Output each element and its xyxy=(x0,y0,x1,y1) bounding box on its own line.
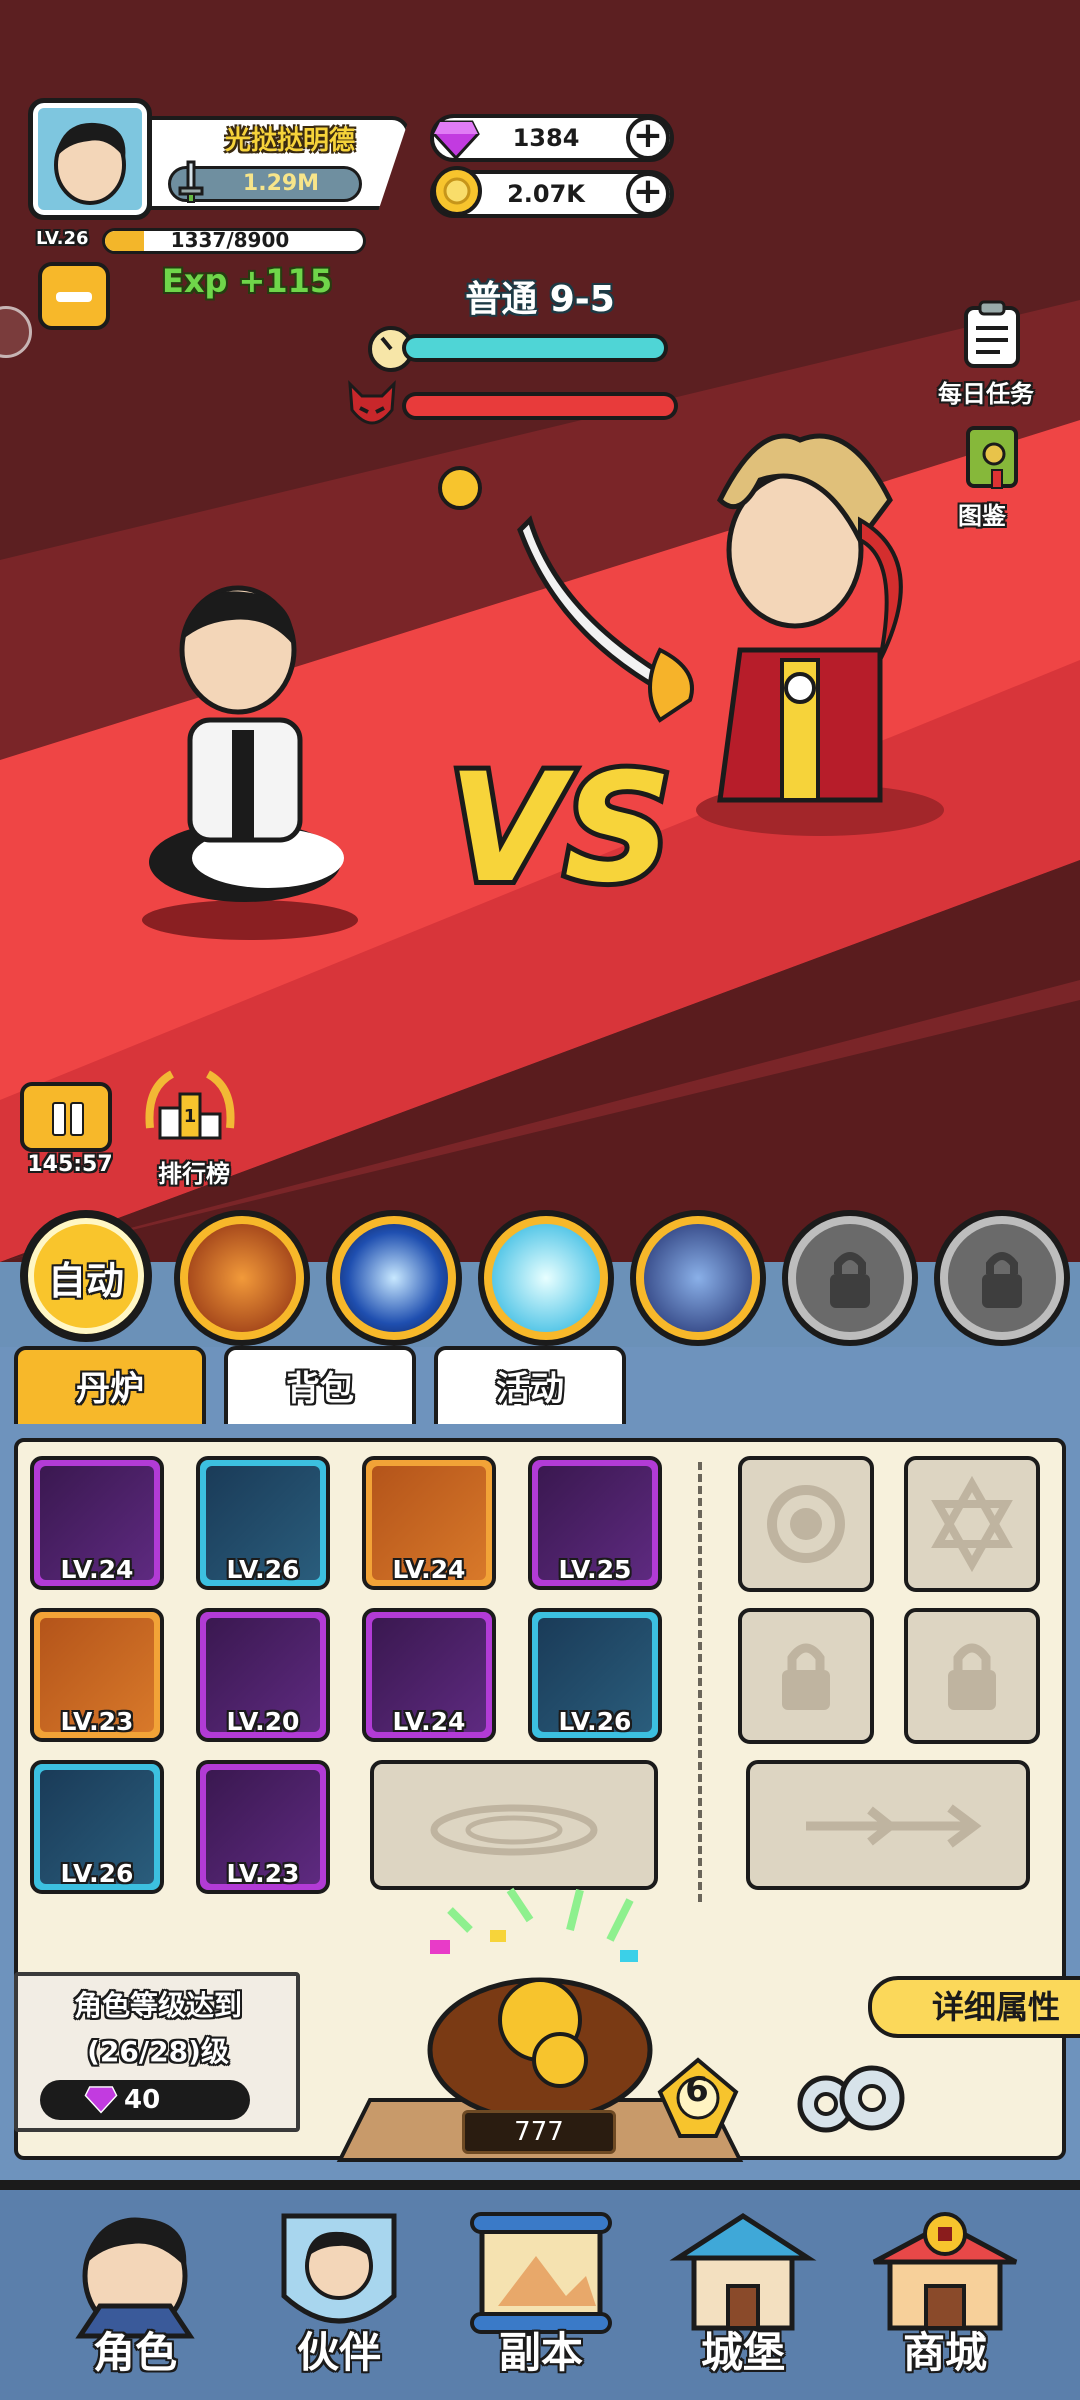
lock-icon xyxy=(948,1643,996,1710)
furnace-value: 777 xyxy=(462,2110,616,2154)
skill-thunder-shield[interactable] xyxy=(630,1210,766,1346)
gear-icon[interactable] xyxy=(786,2056,912,2146)
nav-character[interactable]: 角色 xyxy=(40,2196,230,2392)
equipment-slot[interactable]: LV.24 xyxy=(362,1456,496,1590)
equipment-slot[interactable]: LV.26 xyxy=(30,1760,164,1894)
quest-text: 角色等级达到 xyxy=(73,1989,242,2022)
clipboard-icon[interactable] xyxy=(960,300,1024,370)
tab-event[interactable]: 活动 xyxy=(434,1346,626,1426)
equipment-slot[interactable]: LV.26 xyxy=(528,1608,662,1742)
tab-bag[interactable]: 背包 xyxy=(224,1346,416,1426)
equipment-level: LV.23 xyxy=(226,1859,300,1888)
count-value: 6 xyxy=(685,2070,709,2110)
lock-icon xyxy=(782,1643,830,1710)
nav-dungeon-label: 副本 xyxy=(498,2328,583,2377)
gold-value: 2.07K xyxy=(507,180,585,208)
auto-label: 自动 xyxy=(47,1259,124,1303)
equipment-level: LV.24 xyxy=(392,1555,466,1584)
equipment-slot[interactable]: LV.23 xyxy=(30,1608,164,1742)
lock-icon xyxy=(796,1224,904,1332)
ranking-label[interactable]: 排行榜 xyxy=(144,1154,244,1188)
gem-icon xyxy=(432,120,480,160)
skill-rage-demon[interactable] xyxy=(174,1210,310,1346)
details-button-label: 详细属性 xyxy=(931,1988,1060,2026)
equipment-slot[interactable]: LV.26 xyxy=(196,1456,330,1590)
enemy-hp-fill xyxy=(406,396,674,416)
slot-emblem-1[interactable] xyxy=(738,1456,874,1592)
skill-blue-fireball[interactable] xyxy=(326,1210,462,1346)
stage-title: 普通 9-5 xyxy=(465,279,615,320)
slot-locked-1[interactable] xyxy=(738,1608,874,1744)
svg-text:1: 1 xyxy=(184,1106,197,1127)
nav-dungeon[interactable]: 副本 xyxy=(446,2196,636,2392)
add-gold-button[interactable]: + xyxy=(626,172,670,216)
player-hp-fill xyxy=(406,338,664,358)
enemy-hp-bar xyxy=(402,392,678,420)
nav-shop-label: 商城 xyxy=(902,2328,987,2377)
pause-button[interactable] xyxy=(20,1082,112,1152)
equipment-slot[interactable]: LV.24 xyxy=(30,1456,164,1590)
panel-divider xyxy=(698,1462,702,1902)
nav-divider xyxy=(0,2180,1080,2190)
nav-character-label: 角色 xyxy=(92,2328,177,2377)
equipment-slot[interactable]: LV.24 xyxy=(362,1608,496,1742)
emblem-icon xyxy=(767,1485,845,1563)
battle-timer: 145:57 xyxy=(27,1152,113,1177)
player-avatar[interactable] xyxy=(28,98,152,220)
book-icon[interactable] xyxy=(962,424,1022,490)
nav-partner-label: 伙伴 xyxy=(296,2328,381,2377)
weapon-slot[interactable] xyxy=(746,1760,1030,1890)
equipment-level: LV.26 xyxy=(60,1859,134,1888)
xp-text: 1337/8900 xyxy=(170,228,290,252)
equipment-slot[interactable]: LV.23 xyxy=(196,1760,330,1894)
player-level: LV.26 xyxy=(36,228,89,249)
skill-ice-spirit[interactable] xyxy=(478,1210,614,1346)
nav-shop[interactable]: 商城 xyxy=(850,2196,1040,2392)
power-value: 1.29M xyxy=(242,171,320,196)
codex-label[interactable]: 图鉴 xyxy=(958,496,1028,530)
slot-locked-2[interactable] xyxy=(904,1608,1040,1744)
nav-castle-label: 城堡 xyxy=(700,2328,785,2377)
ranking-icon[interactable]: 1 xyxy=(142,1068,238,1154)
equipment-level: LV.26 xyxy=(558,1707,632,1736)
nav-partner[interactable]: 伙伴 xyxy=(244,2196,434,2392)
quest-reward-value: 40 xyxy=(124,2085,161,2115)
slot-emblem-2[interactable] xyxy=(904,1456,1040,1592)
skill-locked-1[interactable] xyxy=(782,1210,918,1346)
star-emblem-icon xyxy=(931,1475,1013,1573)
magic-circle-icon xyxy=(430,1804,598,1856)
spear-icon xyxy=(806,1804,982,1848)
tab-alchemy[interactable]: 丹炉 xyxy=(14,1346,206,1426)
gem-icon xyxy=(84,2086,118,2114)
equipment-level: LV.24 xyxy=(392,1707,466,1736)
exp-gain-text: Exp +115 xyxy=(162,262,333,300)
add-gems-button[interactable]: + xyxy=(626,116,670,160)
equipment-level: LV.20 xyxy=(226,1707,300,1736)
skill-locked-2[interactable] xyxy=(934,1210,1070,1346)
player-name: 光挞挞明德 xyxy=(224,126,355,156)
equipment-slot[interactable]: LV.25 xyxy=(528,1456,662,1590)
equipment-slot[interactable]: LV.20 xyxy=(196,1608,330,1742)
equipment-level: LV.25 xyxy=(558,1555,632,1584)
nav-castle[interactable]: 城堡 xyxy=(648,2196,838,2392)
sword-icon xyxy=(178,160,204,203)
lock-icon xyxy=(948,1224,1056,1332)
player-hp-bar xyxy=(402,334,668,362)
gem-value: 1384 xyxy=(512,124,580,152)
collapse-button[interactable] xyxy=(38,262,110,330)
vs-text: VS xyxy=(448,742,672,916)
gold-coin-icon xyxy=(432,166,482,216)
equipment-level: LV.24 xyxy=(60,1555,134,1584)
equipment-level: LV.26 xyxy=(226,1555,300,1584)
demon-icon xyxy=(348,380,396,425)
daily-tasks-label[interactable]: 每日任务 xyxy=(938,374,1048,408)
equipment-level: LV.23 xyxy=(60,1707,134,1736)
quest-progress: (26/28)级 xyxy=(87,2035,229,2068)
